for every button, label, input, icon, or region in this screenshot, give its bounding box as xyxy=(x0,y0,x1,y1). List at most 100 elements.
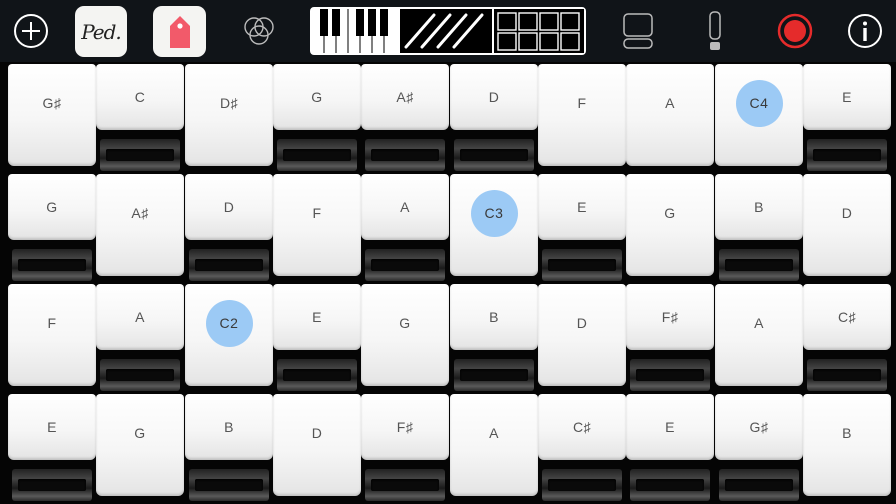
note-key[interactable]: C xyxy=(96,64,184,130)
note-pad[interactable]: G xyxy=(626,174,714,284)
note-pad[interactable]: A xyxy=(361,174,449,284)
note-pad[interactable]: A xyxy=(715,284,803,394)
note-pad[interactable]: B xyxy=(450,284,538,394)
note-pad[interactable]: F xyxy=(538,64,626,174)
note-pad[interactable]: D xyxy=(273,394,361,504)
note-pad[interactable]: A♯ xyxy=(96,174,184,284)
note-key[interactable]: D xyxy=(273,394,361,496)
info-button[interactable] xyxy=(844,0,886,62)
note-key[interactable]: A xyxy=(450,394,538,496)
note-pad[interactable]: C2 xyxy=(185,284,273,394)
note-pad[interactable]: D xyxy=(803,174,891,284)
add-button[interactable] xyxy=(10,0,52,62)
note-key[interactable]: E xyxy=(273,284,361,350)
note-pad[interactable]: B xyxy=(185,394,273,504)
note-pad[interactable]: G xyxy=(361,284,449,394)
tag-button[interactable] xyxy=(153,6,206,57)
note-pad[interactable]: C3 xyxy=(450,174,538,284)
note-key[interactable]: B xyxy=(715,174,803,240)
note-key[interactable]: E xyxy=(538,174,626,240)
note-key[interactable]: F xyxy=(538,64,626,166)
note-pad[interactable]: A xyxy=(96,284,184,394)
note-pad[interactable]: G xyxy=(96,394,184,504)
note-label: F♯ xyxy=(396,419,414,435)
note-pad[interactable]: A♯ xyxy=(361,64,449,174)
note-label: G xyxy=(664,205,676,221)
note-pad[interactable]: D xyxy=(185,174,273,284)
note-pad[interactable]: A xyxy=(450,394,538,504)
note-pad[interactable]: E xyxy=(273,284,361,394)
note-key[interactable]: C♯ xyxy=(538,394,626,460)
note-pad[interactable]: F♯ xyxy=(626,284,714,394)
note-key[interactable]: G♯ xyxy=(715,394,803,460)
note-key[interactable]: C♯ xyxy=(803,284,891,350)
toolbar: Ped. xyxy=(0,0,896,62)
keyboard-mode-selector[interactable] xyxy=(310,0,586,62)
note-pad[interactable]: G xyxy=(273,64,361,174)
note-key[interactable]: D xyxy=(185,174,273,240)
note-key[interactable]: G xyxy=(96,394,184,496)
note-key[interactable]: E xyxy=(803,64,891,130)
level-button[interactable] xyxy=(700,0,730,62)
note-label-wrap: G xyxy=(273,64,361,130)
note-key[interactable]: D♯ xyxy=(185,64,273,166)
note-key[interactable]: C4 xyxy=(715,64,803,166)
note-pad[interactable]: E xyxy=(8,394,96,504)
note-key[interactable]: E xyxy=(8,394,96,460)
record-button[interactable] xyxy=(774,0,816,62)
note-key[interactable]: C2 xyxy=(185,284,273,386)
note-pad[interactable]: F♯ xyxy=(361,394,449,504)
note-key[interactable]: F♯ xyxy=(361,394,449,460)
note-key[interactable]: G xyxy=(8,174,96,240)
note-key[interactable]: B xyxy=(803,394,891,496)
note-key[interactable]: C3 xyxy=(450,174,538,276)
note-key[interactable]: G♯ xyxy=(8,64,96,166)
note-pad[interactable]: F xyxy=(273,174,361,284)
layout-button[interactable] xyxy=(618,0,658,62)
note-key[interactable]: F♯ xyxy=(626,284,714,350)
note-key[interactable]: F xyxy=(273,174,361,276)
note-pad[interactable]: E xyxy=(538,174,626,284)
note-pad[interactable]: D xyxy=(450,64,538,174)
note-pad[interactable]: G xyxy=(8,174,96,284)
note-key[interactable]: G xyxy=(626,174,714,276)
note-key[interactable]: D xyxy=(450,64,538,130)
note-pad[interactable]: C♯ xyxy=(538,394,626,504)
note-key[interactable]: A xyxy=(715,284,803,386)
note-key[interactable]: G xyxy=(361,284,449,386)
sustain-pedal-button[interactable]: Ped. xyxy=(75,6,127,57)
note-key[interactable]: A xyxy=(361,174,449,240)
note-key[interactable]: B xyxy=(185,394,273,460)
note-pad[interactable]: A xyxy=(626,64,714,174)
note-pad[interactable]: E xyxy=(626,394,714,504)
note-pad[interactable]: D xyxy=(538,284,626,394)
note-key[interactable]: A♯ xyxy=(361,64,449,130)
note-key[interactable]: A♯ xyxy=(96,174,184,276)
note-pad[interactable]: F xyxy=(8,284,96,394)
note-key[interactable]: G xyxy=(273,64,361,130)
note-pad[interactable]: C xyxy=(96,64,184,174)
note-label-wrap: D xyxy=(450,64,538,130)
pedal-label: Ped. xyxy=(81,19,122,44)
note-pad[interactable]: E xyxy=(803,64,891,174)
note-pad[interactable]: C♯ xyxy=(803,284,891,394)
note-key[interactable]: A xyxy=(96,284,184,350)
note-pad[interactable]: C4 xyxy=(715,64,803,174)
note-label-wrap: D xyxy=(538,284,626,362)
note-key[interactable]: B xyxy=(450,284,538,350)
note-key[interactable]: D xyxy=(803,174,891,276)
note-pad[interactable]: D♯ xyxy=(185,64,273,174)
scales-button[interactable] xyxy=(238,0,280,62)
note-key[interactable]: A xyxy=(626,64,714,166)
note-pad[interactable]: G♯ xyxy=(8,64,96,174)
note-label: C♯ xyxy=(837,309,857,325)
note-pad[interactable]: B xyxy=(715,174,803,284)
note-label: C4 xyxy=(749,95,769,111)
note-key[interactable]: D xyxy=(538,284,626,386)
note-pad[interactable]: G♯ xyxy=(715,394,803,504)
note-label-wrap: A xyxy=(96,284,184,350)
note-pad[interactable]: B xyxy=(803,394,891,504)
note-label-wrap: G xyxy=(8,174,96,240)
note-key[interactable]: E xyxy=(626,394,714,460)
note-key[interactable]: F xyxy=(8,284,96,386)
